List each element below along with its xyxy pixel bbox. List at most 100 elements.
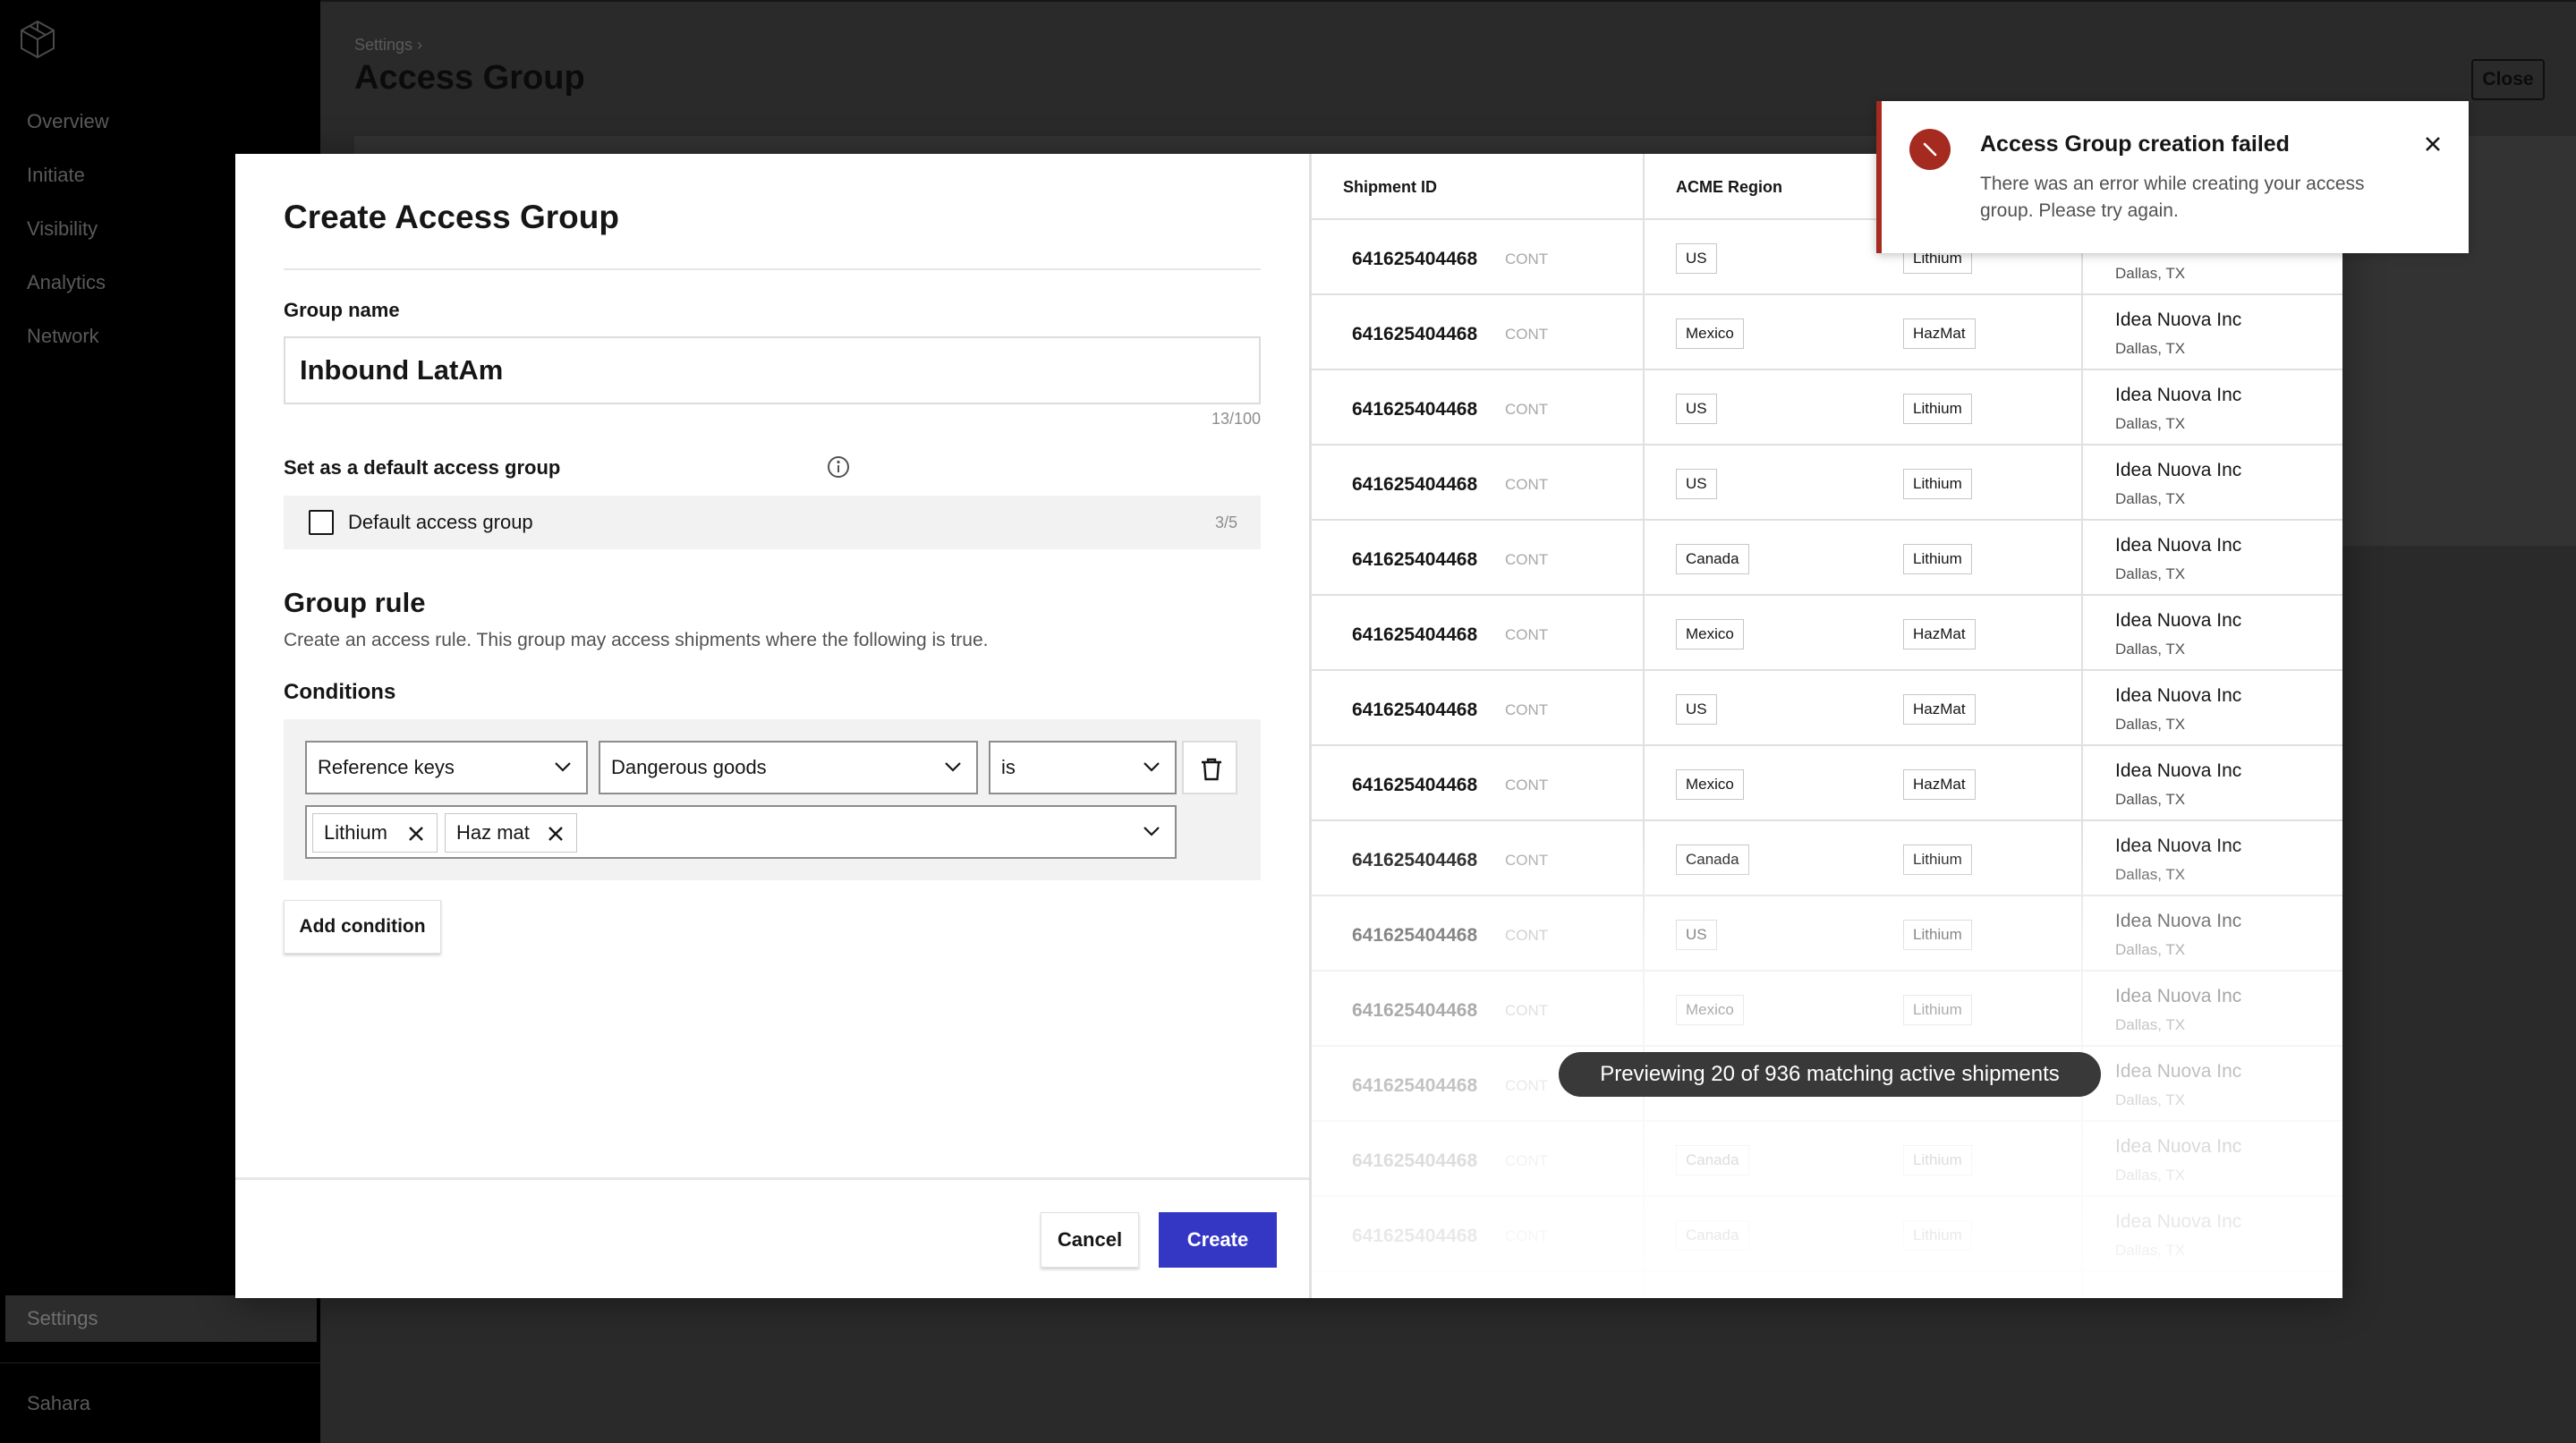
shipment-type: CONT — [1505, 852, 1549, 869]
condition-field-select[interactable]: Reference keys — [305, 741, 588, 794]
region-badge: US — [1676, 394, 1717, 424]
shipment-id[interactable]: 641625404468 — [1352, 1075, 1477, 1097]
toast-title: Access Group creation failed — [1980, 132, 2290, 157]
shipment-id[interactable]: 641625404468 — [1352, 399, 1477, 420]
table-row[interactable]: 641625404468 CONT US Lithium Idea Nuova Inc D… — [1312, 446, 2342, 521]
goods-badge: HazMat — [1903, 318, 1976, 349]
default-group-row: Default access group 3/5 — [284, 496, 1261, 549]
delete-condition-button[interactable] — [1182, 741, 1237, 794]
shipment-type: CONT — [1505, 626, 1549, 643]
table-row[interactable]: 641625404468 CONT Mexico HazMat Idea Nuova I… — [1312, 746, 2342, 821]
shipment-type: CONT — [1505, 701, 1549, 718]
shipment-id[interactable]: 641625404468 — [1352, 850, 1477, 871]
table-row[interactable]: 641625404468 CONT US Lithium Idea Nuova Inc D… — [1312, 370, 2342, 446]
region-badge: US — [1676, 694, 1717, 725]
goods-badge: HazMat — [1903, 694, 1976, 725]
table-row[interactable]: 641625404468 CONT Mexico HazMat Idea Nuova I… — [1312, 596, 2342, 671]
company-name: Idea Nuova Inc — [2115, 610, 2242, 631]
group-name-label: Group name — [284, 299, 400, 321]
shipment-id[interactable]: 641625404468 — [1352, 700, 1477, 721]
column-header-acme-region[interactable]: ACME Region — [1676, 178, 1782, 197]
error-toast: Access Group creation failed There was a… — [1876, 101, 2469, 253]
footer-divider — [235, 1177, 1309, 1180]
shipment-type: CONT — [1505, 476, 1549, 493]
conditions-label: Conditions — [284, 680, 396, 704]
shipment-id[interactable]: 641625404468 — [1352, 624, 1477, 646]
shipment-preview-table: 641625404468 CONT US Lithium Idea Nuova Inc D… — [1309, 154, 2342, 1298]
goods-badge: Lithium — [1903, 1220, 1972, 1251]
group-name-counter: 13/100 — [1211, 410, 1261, 428]
chevron-down-icon — [555, 762, 571, 772]
region-badge: US — [1676, 243, 1717, 274]
goods-badge: HazMat — [1903, 769, 1976, 800]
default-group-counter: 3/5 — [1214, 514, 1237, 531]
condition-key-select[interactable]: Dangerous goods — [599, 741, 978, 794]
shipment-type: CONT — [1505, 777, 1549, 794]
close-button[interactable]: Close — [2471, 59, 2545, 100]
company-name: Idea Nuova Inc — [2115, 1211, 2242, 1232]
table-row[interactable]: 641625404468 CONT Canada Lithium Idea Nuova … — [1312, 1122, 2342, 1197]
shipment-id[interactable]: 641625404468 — [1352, 474, 1477, 496]
table-row[interactable]: 641625404468 CONT Mexico Lithium Idea Nuova … — [1312, 972, 2342, 1047]
company-city: Dallas, TX — [2115, 716, 2186, 733]
table-row[interactable]: 641625404468 CONT US Lithium Idea Nuova Inc D… — [1312, 896, 2342, 972]
company-name: Idea Nuova Inc — [2115, 1136, 2242, 1157]
breadcrumb[interactable]: Settings › — [354, 36, 422, 55]
close-icon[interactable] — [548, 826, 564, 842]
region-badge: Mexico — [1676, 318, 1744, 349]
goods-badge: Lithium — [1903, 469, 1972, 499]
shipment-id[interactable]: 641625404468 — [1352, 775, 1477, 796]
shipment-id[interactable]: 641625404468 — [1352, 324, 1477, 345]
shipment-type: CONT — [1505, 250, 1549, 267]
nav-item-overview[interactable]: Overview — [0, 100, 320, 154]
company-name: Idea Nuova Inc — [2115, 385, 2242, 405]
goods-badge: Lithium — [1903, 845, 1972, 875]
nav-item-settings[interactable]: Settings — [5, 1295, 317, 1342]
company-name: Idea Nuova Inc — [2115, 535, 2242, 556]
shipment-type: CONT — [1505, 401, 1549, 418]
cancel-button[interactable]: Cancel — [1041, 1212, 1139, 1268]
preview-count-pill: Previewing 20 of 936 matching active shi… — [1559, 1052, 2101, 1097]
close-icon[interactable] — [2422, 133, 2444, 155]
chevron-down-icon[interactable] — [1143, 825, 1160, 837]
goods-badge: Lithium — [1903, 394, 1972, 424]
company-name: Idea Nuova Inc — [2115, 685, 2242, 706]
shipment-id[interactable]: 641625404468 — [1352, 925, 1477, 946]
table-row[interactable]: 641625404468 CONT Mexico HazMat Idea Nuova I… — [1312, 295, 2342, 370]
create-button[interactable]: Create — [1159, 1212, 1277, 1268]
group-rule-description: Create an access rule. This group may ac… — [284, 630, 989, 650]
shipment-type: CONT — [1505, 326, 1549, 343]
shipment-id[interactable]: 641625404468 — [1352, 549, 1477, 571]
condition-operator-select[interactable]: is — [989, 741, 1177, 794]
value-tag-haz-mat: Haz mat — [445, 813, 577, 853]
cube-logo-icon[interactable] — [16, 18, 59, 61]
table-row[interactable]: 641625404468 CONT Canada Lithium Idea Nuova … — [1312, 821, 2342, 896]
table-row[interactable]: 641625404468 CONT Canada Lithium Idea Nuova … — [1312, 521, 2342, 596]
company-city: Dallas, TX — [2115, 565, 2186, 582]
region-badge: Canada — [1676, 544, 1749, 574]
info-icon[interactable] — [826, 454, 851, 480]
company-name: Idea Nuova Inc — [2115, 460, 2242, 480]
company-city: Dallas, TX — [2115, 1016, 2186, 1033]
default-group-checkbox-label[interactable]: Default access group — [348, 511, 533, 534]
table-row[interactable]: 641625404468 CONT US HazMat Idea Nuova Inc Da… — [1312, 671, 2342, 746]
add-condition-button[interactable]: Add condition — [284, 900, 441, 954]
shipment-id[interactable]: 641625404468 — [1352, 1000, 1477, 1022]
shipment-id[interactable]: 641625404468 — [1352, 1150, 1477, 1172]
goods-badge: HazMat — [1903, 619, 1976, 649]
region-badge: Mexico — [1676, 619, 1744, 649]
org-switcher[interactable]: Sahara — [27, 1392, 90, 1415]
company-city: Dallas, TX — [2115, 641, 2186, 658]
shipment-type: CONT — [1505, 551, 1549, 568]
close-icon[interactable] — [408, 826, 424, 842]
shipment-id[interactable]: 641625404468 — [1352, 249, 1477, 270]
shipment-id[interactable]: 641625404468 — [1352, 1226, 1477, 1247]
condition-values-multiselect[interactable]: Lithium Haz mat — [305, 805, 1177, 859]
company-city: Dallas, TX — [2115, 490, 2186, 507]
company-city: Dallas, TX — [2115, 1091, 2186, 1108]
group-name-input[interactable] — [284, 336, 1261, 404]
page-title: Access Group — [354, 59, 585, 97]
column-header-shipment-id[interactable]: Shipment ID — [1343, 178, 1437, 197]
table-row[interactable]: 641625404468 CONT Canada Lithium Idea Nuova … — [1312, 1197, 2342, 1272]
default-group-checkbox[interactable] — [309, 510, 334, 535]
